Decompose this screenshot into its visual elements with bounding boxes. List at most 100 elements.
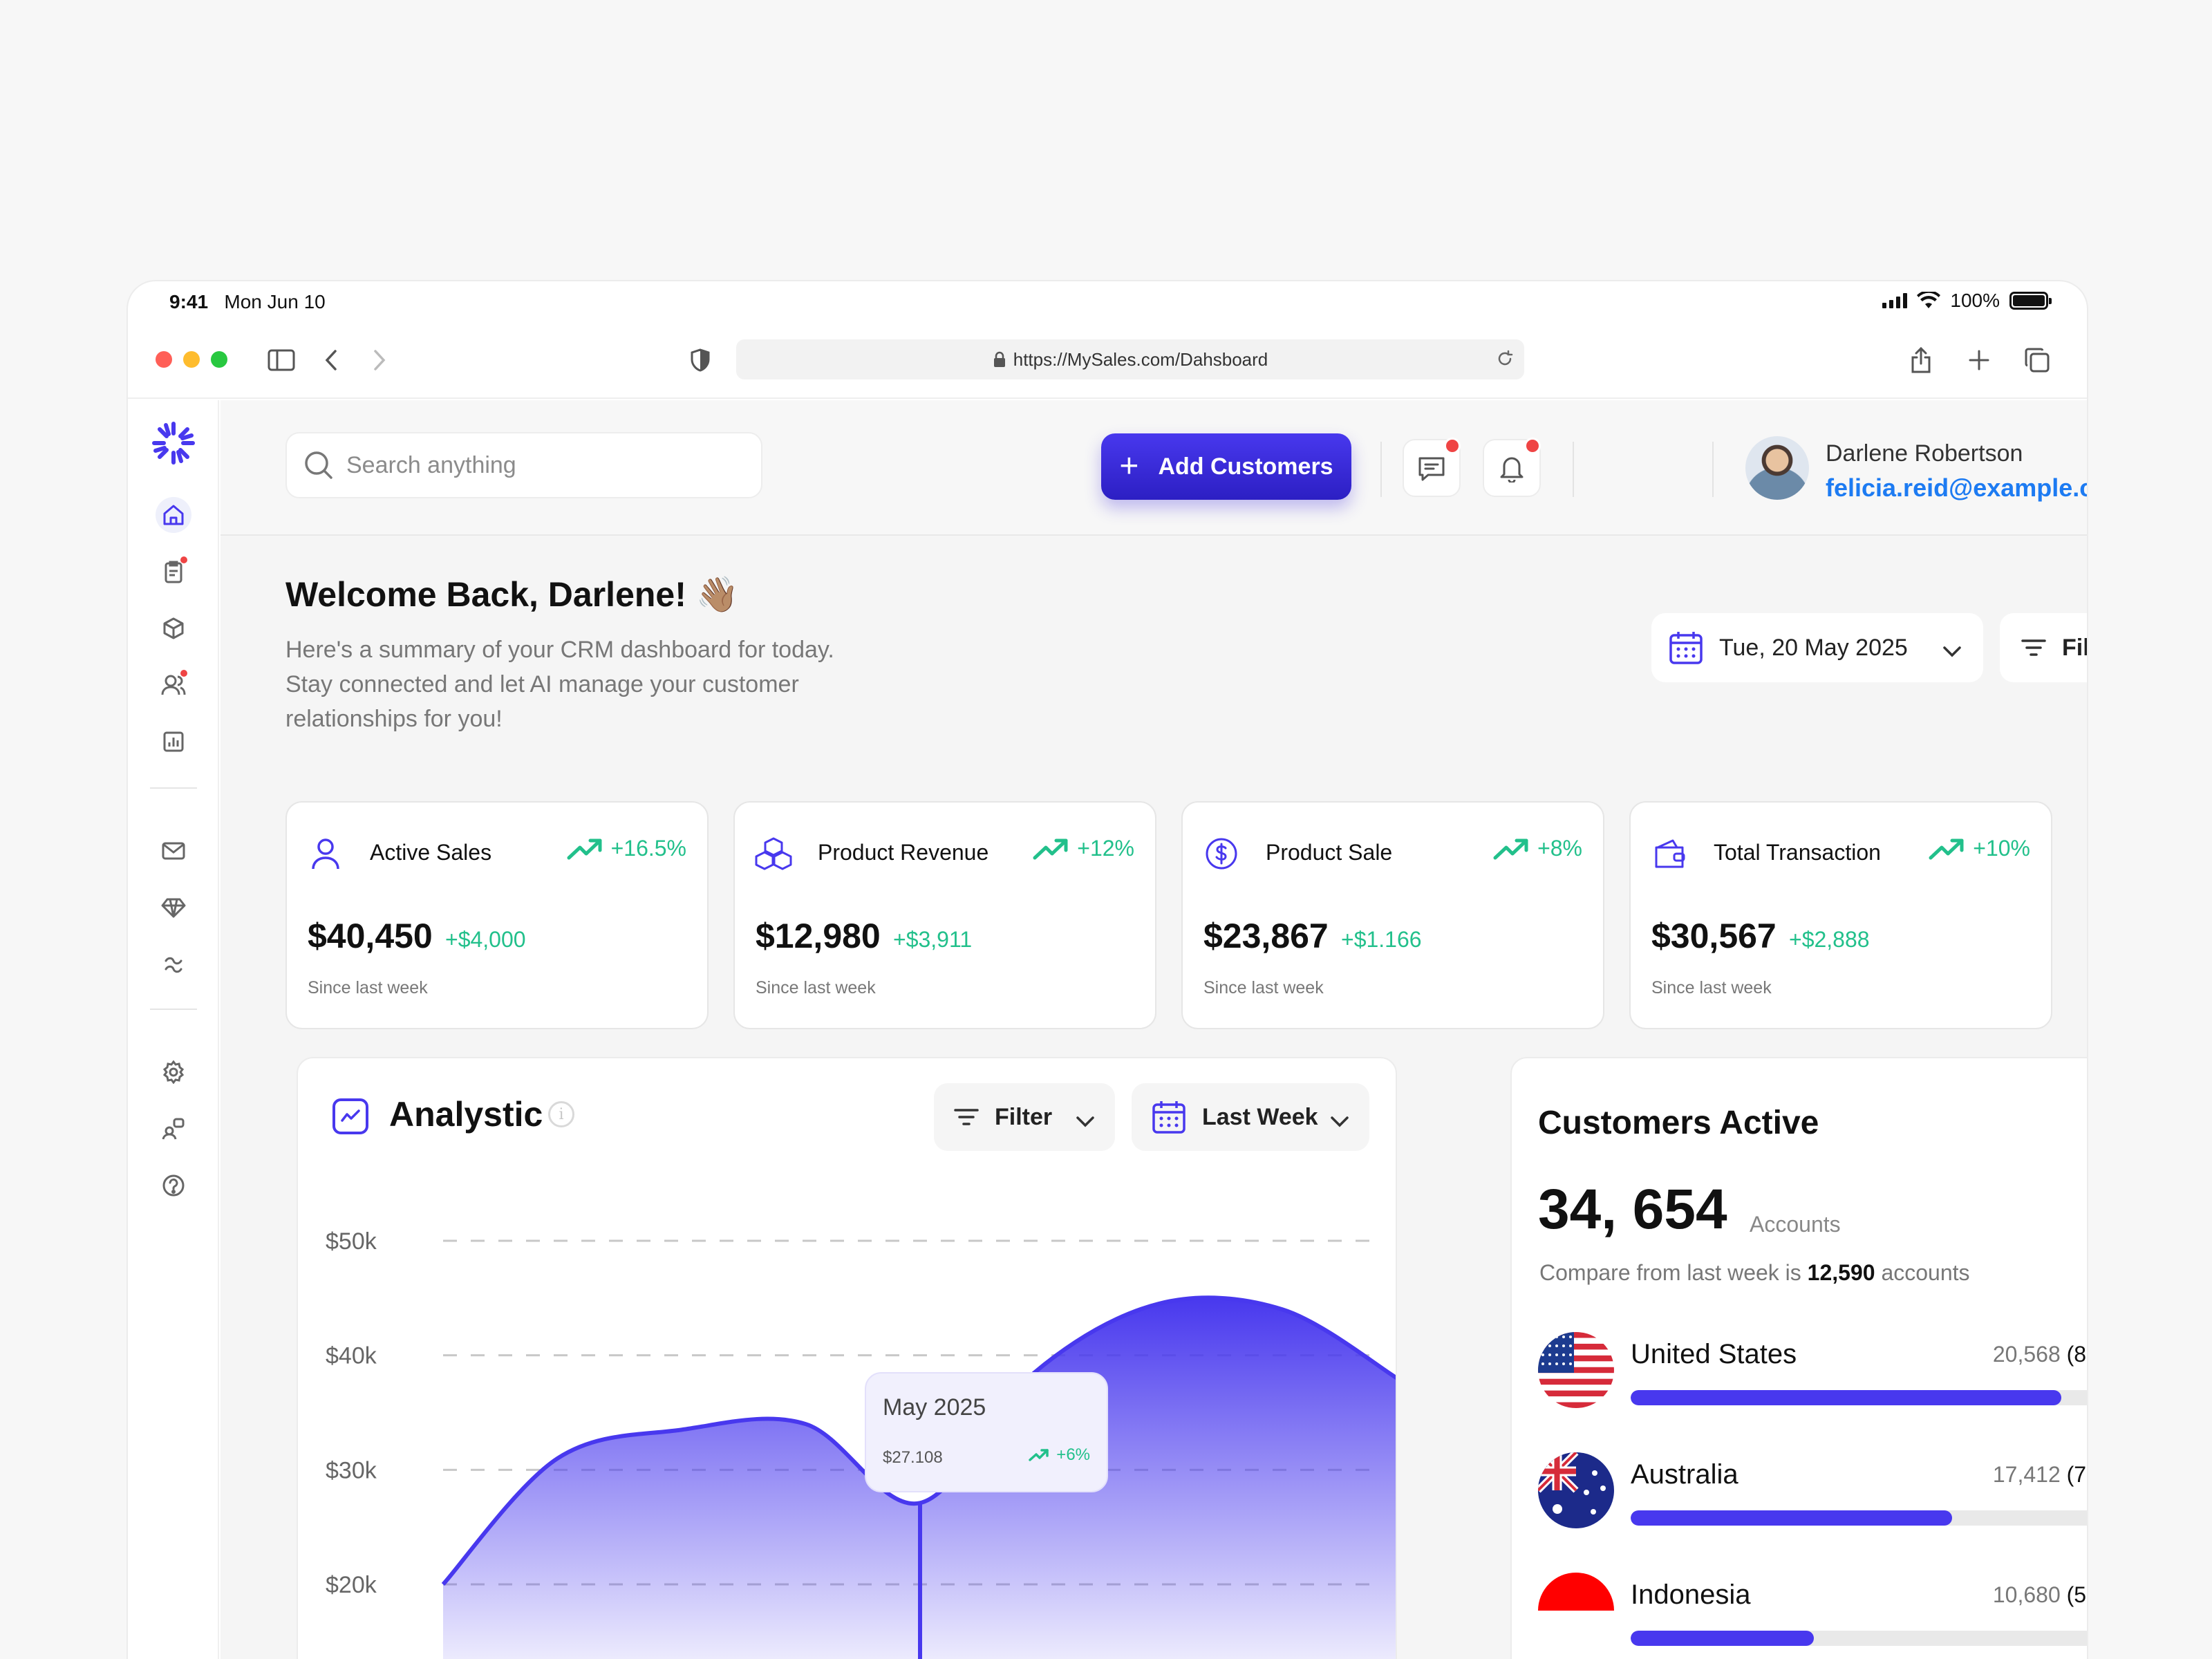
country-name: United States (1631, 1339, 1797, 1369)
analytic-filter-button[interactable]: Filter (934, 1083, 1115, 1151)
bar-chart-icon (163, 731, 184, 752)
url-text: https://MySales.com/Dahsboard (1013, 348, 1268, 370)
new-tab-icon[interactable] (1964, 345, 1994, 375)
sidebar-item-help[interactable] (156, 1168, 191, 1203)
shield-icon[interactable] (685, 345, 715, 375)
logo-icon[interactable] (151, 421, 196, 465)
analytics-icon (332, 1098, 368, 1134)
sidebar-toggle-icon[interactable] (266, 345, 297, 375)
top-header: Search anything + Add Customers Darlene … (221, 400, 2087, 536)
date-picker[interactable]: Tue, 20 May 2025 (1651, 613, 1983, 682)
stat-delta: +$2,888 (1789, 927, 1870, 952)
close-window-button[interactable] (156, 351, 172, 368)
customers-title: Customers Active (1538, 1105, 1819, 1141)
stat-delta: +$1.166 (1341, 927, 1422, 952)
stat-change: +16.5% (567, 836, 686, 861)
gear-icon (162, 1060, 185, 1084)
calendar-icon (1151, 1099, 1187, 1135)
search-input[interactable]: Search anything (285, 432, 762, 498)
welcome-title: Welcome Back, Darlene! 👋🏽 (285, 575, 740, 614)
stat-change-value: +10% (1973, 836, 2030, 861)
avatar[interactable] (1745, 436, 1809, 500)
stat-value: $30,567 (1651, 917, 1777, 955)
sidebar (128, 400, 219, 1659)
chevron-down-icon (1329, 1108, 1350, 1135)
sidebar-item-mail[interactable] (156, 833, 191, 869)
filter-button[interactable]: Filter (2000, 613, 2087, 682)
sidebar-item-automation[interactable] (156, 946, 191, 982)
country-progress-bar (1631, 1631, 1814, 1646)
tabs-overview-icon[interactable] (2022, 345, 2052, 375)
search-icon (303, 450, 334, 480)
stat-card-total-transaction[interactable]: Total Transaction +10% $30,567 +$2,888 Since… (1629, 801, 2052, 1029)
country-row-australia[interactable]: Australia 17,412 (78%) (1538, 1452, 2087, 1535)
sidebar-item-customers[interactable] (156, 667, 191, 703)
us-flag-icon (1538, 1332, 1614, 1408)
stat-card-product-revenue[interactable]: Product Revenue +12% $12,980 +$3,911 Since l… (733, 801, 1156, 1029)
add-customers-label: Add Customers (1158, 453, 1333, 480)
period-select[interactable]: Last Week (1132, 1083, 1369, 1151)
address-bar[interactable]: https://MySales.com/Dahsboard (736, 339, 1524, 379)
sidebar-item-tasks[interactable] (156, 554, 191, 590)
sidebar-item-settings[interactable] (156, 1054, 191, 1090)
back-icon[interactable] (316, 345, 346, 375)
trend-up-icon (1493, 838, 1528, 859)
window-controls (156, 351, 227, 368)
maximize-window-button[interactable] (211, 351, 227, 368)
country-row-united-states[interactable]: United States 20,568 (87%) (1538, 1332, 2087, 1415)
country-row-indonesia[interactable]: Indonesia 10,680 (59%) (1538, 1573, 2087, 1656)
share-icon[interactable] (1906, 345, 1936, 375)
filter-label: Filter (2062, 634, 2087, 661)
stat-value: $12,980 (756, 917, 881, 955)
stat-change-value: +16.5% (610, 836, 686, 861)
stat-change-value: +12% (1077, 836, 1134, 861)
home-icon (163, 505, 184, 525)
info-icon[interactable]: i (548, 1101, 574, 1127)
stat-since: Since last week (1651, 978, 1772, 997)
country-stat: 10,680 (59%) (1992, 1582, 2087, 1607)
country-progress-track (1631, 1631, 2087, 1646)
country-progress-bar (1631, 1390, 2061, 1405)
minimize-window-button[interactable] (183, 351, 200, 368)
stat-card-active-sales[interactable]: Active Sales +16.5% $40,450 +$4,000 Since la… (285, 801, 709, 1029)
search-placeholder: Search anything (346, 451, 516, 478)
analytic-panel: Analystic i Filter Last Week $50k $40k $30k $20… (297, 1057, 1397, 1659)
chevron-down-icon (1075, 1108, 1096, 1135)
messages-button[interactable] (1403, 438, 1461, 497)
user-name: Darlene Robertson (1826, 440, 2023, 467)
period-label: Last Week (1202, 1103, 1318, 1130)
sidebar-item-team[interactable] (156, 1111, 191, 1147)
stat-change: +10% (1929, 836, 2030, 861)
wifi-icon (1917, 292, 1941, 308)
sidebar-item-products[interactable] (156, 610, 191, 646)
cellular-signal-icon (1882, 293, 1908, 308)
reload-icon[interactable] (1495, 349, 1515, 373)
bell-icon (1500, 457, 1524, 482)
add-customers-button[interactable]: + Add Customers (1101, 433, 1351, 500)
analytic-title: Analystic (389, 1095, 543, 1134)
trend-up-icon (1929, 838, 1964, 859)
forward-icon[interactable] (364, 345, 395, 375)
sidebar-item-home[interactable] (156, 497, 191, 533)
people-settings-icon (162, 1118, 185, 1140)
analytic-chart[interactable]: $50k $40k $30k $20k (298, 1197, 1397, 1659)
stat-value: $23,867 (1203, 917, 1329, 955)
user-email[interactable]: felicia.reid@example.com (1826, 474, 2087, 503)
sidebar-item-reports[interactable] (156, 724, 191, 760)
stat-title: Total Transaction (1714, 840, 1881, 865)
tooltip-change-value: +6% (1056, 1445, 1090, 1464)
stat-title: Product Sale (1266, 840, 1393, 865)
status-bar: 9:41 Mon Jun 10 100% (128, 281, 2087, 320)
stat-card-product-sale[interactable]: Product Sale +8% $23,867 +$1.166 Since last … (1181, 801, 1604, 1029)
y-tick-label: $50k (326, 1228, 377, 1255)
messages-badge (1444, 438, 1461, 454)
date-label: Tue, 20 May 2025 (1719, 634, 1908, 661)
country-progress-bar (1631, 1510, 1953, 1526)
notifications-button[interactable] (1483, 438, 1541, 497)
stat-change: +12% (1033, 836, 1134, 861)
stat-since: Since last week (308, 978, 428, 997)
country-progress-track (1631, 1390, 2087, 1405)
customers-active-panel: Customers Active 34, 654 Accounts Compare f… (1510, 1057, 2087, 1659)
sidebar-item-integrations[interactable] (156, 890, 191, 926)
trend-up-icon (567, 838, 602, 859)
